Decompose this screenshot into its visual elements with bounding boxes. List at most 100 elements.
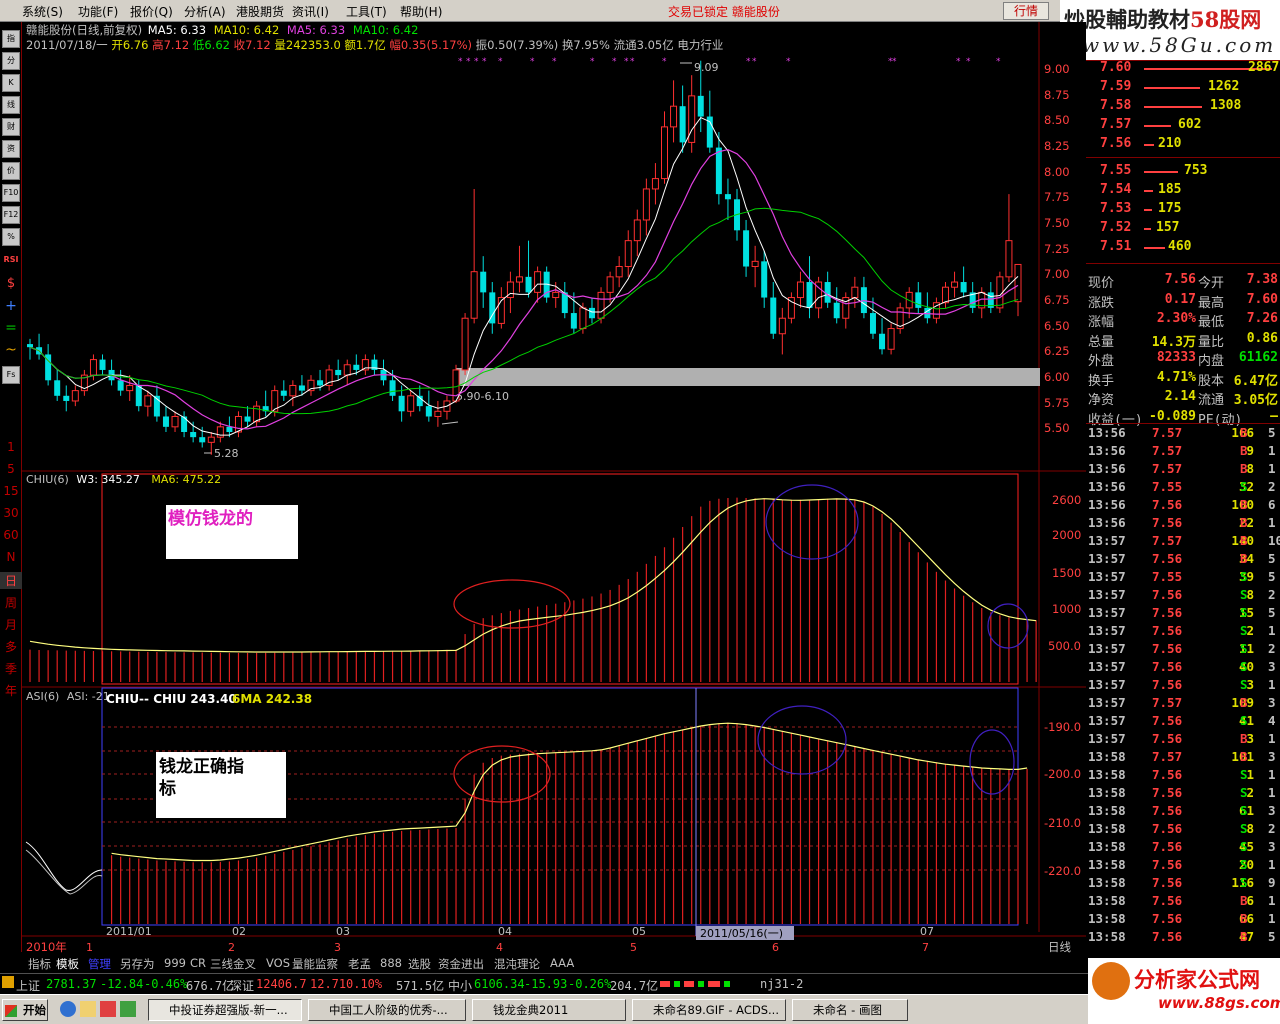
menu-hk-futures[interactable]: 港股期货 [236,3,284,20]
crosshair-icon[interactable]: + [2,298,20,316]
period-week[interactable]: 周 [0,594,22,611]
period-5min[interactable]: 5 [0,462,22,476]
price-tick: 8.25 [1044,139,1070,153]
app-icon[interactable] [120,1001,136,1017]
tab-golden-cross[interactable]: 三线金叉 [210,956,256,972]
stat-label: 流通 [1198,393,1225,408]
period-15min[interactable]: 15 [0,484,22,498]
ind1-tick: 2600 [1052,493,1081,507]
toolbar-button-f12[interactable]: F12 [2,206,20,224]
svg-text:*: * [552,57,557,67]
period-quarter[interactable]: 季 [0,660,22,677]
period-n[interactable]: N [0,550,22,564]
app-icon[interactable] [100,1001,116,1017]
stat-row: 净资 2.14 流通 3.05亿 [1086,389,1280,408]
tab-volume-watch[interactable]: 量能监察 [292,956,338,972]
tick-side: S [1240,605,1248,620]
ask-row[interactable]: 7.59 1262 [1086,79,1280,98]
tab-indicator[interactable]: 指标 [28,956,51,972]
toolbar-button-tick[interactable]: 分 [2,52,20,70]
taskbar-item[interactable]: 未命名89.GIF - ACDS... [632,999,786,1021]
ind2-ma6: 6MA 242.38 [232,692,312,706]
taskbar-item[interactable]: 中国工人阶级的优秀-... [308,999,466,1021]
period-day[interactable]: 日 [0,572,22,589]
period-year[interactable]: 年 [0,682,22,699]
period-month[interactable]: 月 [0,616,22,633]
brand-name-accent: 58股网 [1190,7,1262,32]
menu-function[interactable]: 功能(F) [78,3,118,20]
menu-quote[interactable]: 报价(Q) [130,3,173,20]
taskbar-item[interactable]: 钱龙金典2011 [472,999,626,1021]
tick-side: B [1240,749,1248,764]
quote-button[interactable]: 行情 [1003,2,1049,20]
tab-999[interactable]: 999 [164,956,186,970]
toolbar-button-percent[interactable]: % [2,228,20,246]
menu-system[interactable]: 系统(S) [22,3,63,20]
bid-row[interactable]: 7.54 185 [1086,182,1280,201]
tab-template[interactable]: 模板 [56,956,79,972]
tick-time: 13:58 [1088,857,1126,872]
bid-row[interactable]: 7.52 157 [1086,220,1280,239]
tab-stock-pick[interactable]: 选股 [408,956,431,972]
menu-analysis[interactable]: 分析(A) [184,3,226,20]
ask-row[interactable]: 7.60 2867 [1086,60,1280,79]
tab-laomeng[interactable]: 老孟 [348,956,371,972]
toolbar-button-price[interactable]: 价 [2,162,20,180]
toolbar-button-minute[interactable]: 指 [2,30,20,48]
ask-row[interactable]: 7.58 1308 [1086,98,1280,117]
tab-manage[interactable]: 管理 [88,956,111,972]
menu-info[interactable]: 资讯(I) [292,3,329,20]
taskbar-item[interactable]: 未命名 - 画图 [792,999,908,1021]
tick-price: 7.56 [1152,929,1183,944]
period-60min[interactable]: 60 [0,528,22,542]
browser-icon[interactable] [60,1001,76,1017]
period-30min[interactable]: 30 [0,506,22,520]
tab-888[interactable]: 888 [380,956,402,970]
bid-row[interactable]: 7.51 460 [1086,239,1280,258]
stat-label: 今开 [1198,276,1225,291]
toolbar-button-f10[interactable]: F10 [2,184,20,202]
ind2-tick: -190.0 [1044,720,1081,734]
kline-chart[interactable]: 赣能股份(日线,前复权) MA5: 6.33 MA10: 6.42 MA5: 6… [22,22,1086,954]
toolbar-button-fs[interactable]: Fs [2,366,20,384]
toolbar-button-kline[interactable]: K [2,74,20,92]
ask-row[interactable]: 7.56 210 [1086,136,1280,155]
ask-row[interactable]: 7.57 602 [1086,117,1280,136]
stat-value: 0.86 [1246,330,1278,346]
menu-help[interactable]: 帮助(H) [400,3,442,20]
ind1-w3: W3: 345.27 [76,473,140,486]
tick-count: 2 [1268,587,1276,602]
period-multi[interactable]: 多 [0,638,22,655]
tick-time: 13:56 [1088,479,1126,494]
svg-text:*: * [892,57,897,67]
period-1min[interactable]: 1 [0,440,22,454]
folder-icon[interactable] [80,1001,96,1017]
toolbar-button-rsi[interactable]: RSI [2,252,20,270]
tab-fund-flow[interactable]: 资金进出 [438,956,484,972]
menu-tools[interactable]: 工具(T) [346,3,387,20]
tab-aaa[interactable]: AAA [550,956,574,970]
info-amount: 额1.7亿 [344,38,385,52]
tab-chaos-theory[interactable]: 混沌理论 [494,956,540,972]
bid-vol: 157 [1156,220,1180,235]
tab-vos[interactable]: VOS [266,956,290,970]
tick-row: 13:57 7.56 3 B 1 [1086,731,1280,749]
toolbar-button-finance[interactable]: 财 [2,118,20,136]
taskbar-item[interactable]: 中投证券超强版-新一... [148,999,302,1021]
bid-row[interactable]: 7.55 753 [1086,163,1280,182]
tab-cr[interactable]: CR [190,956,206,970]
toolbar-button-money[interactable]: $ [2,276,20,294]
draw-pen-icon[interactable]: ~ [2,342,20,360]
sz-change: 12.71 [310,977,347,991]
trade-lock-status: 交易已锁定 赣能股份 [668,5,780,19]
bid-row[interactable]: 7.53 175 [1086,201,1280,220]
stat-label: 换手 [1088,373,1115,389]
candle-body [588,307,595,319]
toolbar-button-equal[interactable]: = [2,320,20,338]
tab-save-as[interactable]: 另存为 [120,956,155,972]
toolbar-button-line[interactable]: 线 [2,96,20,114]
tick-time: 13:57 [1088,551,1126,566]
toolbar-button-info[interactable]: 资 [2,140,20,158]
max-price-label: 9.09 [694,61,719,74]
info-date: 2011/07/18/一 [26,38,108,52]
